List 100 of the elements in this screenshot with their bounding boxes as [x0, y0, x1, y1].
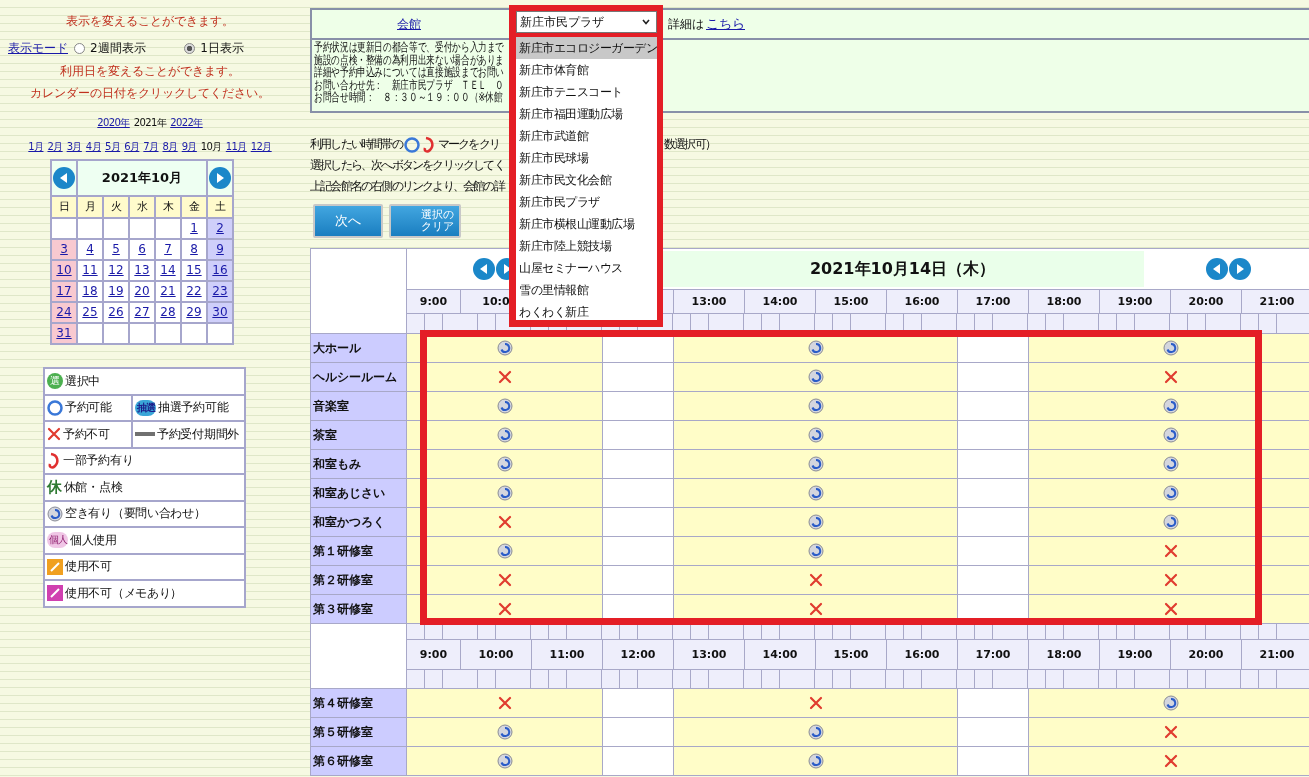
dropdown-option[interactable]: 新庄市エコロジーガーデン	[516, 37, 657, 59]
legend-label: 空き有り（要問い合わせ）	[65, 506, 206, 522]
month-link[interactable]: 6月	[124, 141, 140, 152]
legend-label: 選択中	[65, 373, 101, 389]
weekday-header: 月	[78, 197, 102, 217]
selected-badge: 選	[47, 373, 63, 390]
empty-day-cell	[78, 219, 102, 238]
radio-button[interactable]	[74, 43, 85, 54]
swirl-icon	[496, 543, 513, 559]
hour-header: 18:00	[1029, 640, 1100, 670]
weekday-header: 水	[130, 197, 154, 217]
personal-badge: 個人	[47, 532, 68, 549]
room-name: 和室かつろく	[311, 508, 407, 537]
cross-icon	[1163, 370, 1178, 384]
lottery-badge: 抽選	[135, 399, 156, 416]
instruction-text: マークをクリ	[437, 136, 499, 153]
room-name: 第３研修室	[311, 595, 407, 624]
swirl-icon	[496, 724, 513, 740]
cross-icon	[497, 515, 512, 529]
empty-day-cell	[130, 324, 154, 343]
cross-icon	[497, 696, 512, 710]
dropdown-option[interactable]: 新庄市民球場	[516, 147, 657, 169]
slash-square-icon	[47, 585, 63, 602]
dropdown-option[interactable]: 新庄市体育館	[516, 59, 657, 81]
prev-button[interactable]	[472, 258, 495, 280]
cross-icon	[1163, 725, 1178, 739]
legend-label: 個人使用	[70, 532, 117, 548]
dropdown-option[interactable]: 新庄市福田運動広場	[516, 103, 657, 125]
facility-link[interactable]: 会館	[397, 16, 421, 31]
swirl-icon	[47, 505, 63, 522]
next-button[interactable]	[1228, 258, 1251, 280]
empty-day-cell	[130, 219, 154, 238]
detail-link[interactable]: こちら	[706, 15, 745, 33]
prev-button[interactable]	[53, 167, 75, 189]
date-heading: 2021年10月14日（木）	[661, 251, 1144, 287]
dash-icon	[135, 432, 155, 437]
room-name: 音楽室	[311, 392, 407, 421]
room-name: 大ホール	[311, 334, 407, 363]
month-link[interactable]: 3月	[66, 141, 82, 152]
radio-button[interactable]	[184, 43, 196, 54]
closed-mark: 休	[47, 477, 62, 497]
month-link[interactable]: 4月	[85, 141, 101, 152]
prev-button[interactable]	[1205, 258, 1228, 280]
swirl-icon	[496, 753, 513, 769]
dropdown-option[interactable]: 新庄市横根山運動広場	[516, 213, 657, 235]
cross-icon	[47, 427, 61, 442]
legend-label: 予約不可	[63, 426, 110, 442]
month-link[interactable]: 2月	[47, 141, 63, 152]
room-name: 和室あじさい	[311, 479, 407, 508]
dropdown-option[interactable]: 山屋セミナーハウス	[516, 257, 657, 279]
dropdown-option[interactable]: 新庄市武道館	[516, 125, 657, 147]
display-mode-link[interactable]: 表示モード	[8, 40, 68, 57]
hour-header: 10:00	[461, 640, 532, 670]
hour-header: 19:00	[1100, 640, 1171, 670]
legend-label: 使用不可	[65, 559, 112, 575]
notice-line: お問い合わせ先： 新庄市民プラザ ＴＥＬ ０	[314, 78, 505, 91]
notice-text: カレンダーの日付をクリックしてください。	[29, 86, 271, 101]
hour-header: 15:00	[816, 640, 887, 670]
swirl-icon	[1162, 514, 1179, 530]
dropdown-option[interactable]: 新庄市陸上競技場	[516, 235, 657, 257]
swirl-icon	[1162, 485, 1179, 501]
cross-icon	[808, 602, 823, 616]
instruction-text: 利用したい時間帯の	[310, 136, 402, 153]
hour-header: 9:00	[407, 640, 461, 670]
hour-header: 15:00	[816, 290, 887, 314]
dropdown-option[interactable]: 新庄市民文化会館	[516, 169, 657, 191]
dropdown-option[interactable]: 新庄市テニスコート	[516, 81, 657, 103]
legend-label: 休館・点検	[63, 479, 123, 495]
clear-selection-button[interactable]: 選択のクリア	[389, 204, 461, 238]
room-name: 第４研修室	[311, 689, 407, 718]
hour-header: 17:00	[958, 640, 1029, 670]
weekday-header: 日	[52, 197, 76, 217]
next-button[interactable]: 次へ	[313, 204, 383, 238]
facility-select[interactable]: 新庄市民プラザ	[516, 11, 657, 33]
swirl-icon	[496, 427, 513, 443]
hook-icon	[421, 135, 436, 154]
year-link[interactable]: 2022年	[170, 117, 203, 128]
hook-icon	[47, 451, 61, 470]
cross-icon	[1163, 754, 1178, 768]
month-link[interactable]: 9月	[181, 141, 197, 152]
room-name: ヘルシールーム	[311, 363, 407, 392]
month-link[interactable]: 8月	[162, 141, 178, 152]
year-link[interactable]: 2020年	[97, 117, 130, 128]
month-link[interactable]: 1月	[28, 141, 44, 152]
next-button[interactable]	[209, 167, 231, 189]
month-label: 10月	[200, 141, 222, 152]
radio-label: 1日表示	[200, 40, 244, 57]
dropdown-option[interactable]: 新庄市民プラザ	[516, 191, 657, 213]
weekday-header: 木	[156, 197, 180, 217]
empty-day-cell	[78, 324, 102, 343]
month-link[interactable]: 12月	[250, 141, 272, 152]
room-name: 第５研修室	[311, 718, 407, 747]
hour-header: 13:00	[674, 290, 745, 314]
month-link[interactable]: 5月	[105, 141, 121, 152]
year-label: 2021年	[133, 117, 167, 128]
month-link[interactable]: 7月	[143, 141, 159, 152]
month-link[interactable]: 11月	[225, 141, 247, 152]
swirl-icon	[496, 456, 513, 472]
caret-icon	[642, 19, 650, 25]
hour-header: 9:00	[407, 290, 461, 314]
